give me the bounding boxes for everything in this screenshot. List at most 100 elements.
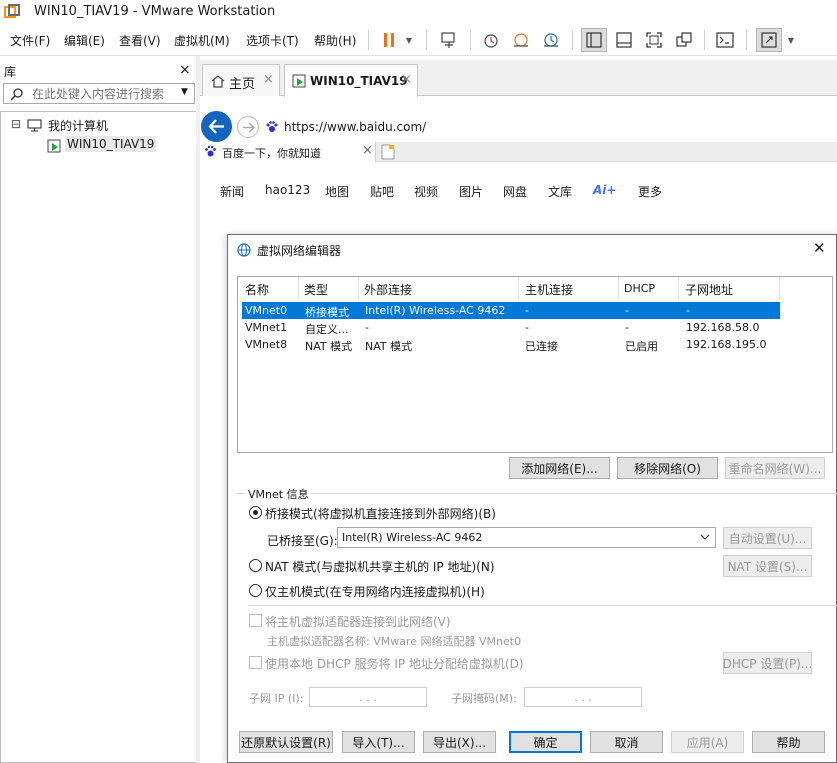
search-dropdown-arrow[interactable]: ▼ bbox=[181, 87, 188, 97]
tree-vm-win10[interactable]: WIN10_TIAV19 bbox=[65, 136, 157, 152]
col-dhcp[interactable]: DHCP bbox=[624, 282, 655, 295]
link-tieba[interactable]: 贴吧 bbox=[370, 183, 394, 200]
nat-mode-label[interactable]: NAT 模式(与虚拟机共享主机的 IP 地址)(N) bbox=[265, 558, 495, 575]
console-view-button[interactable] bbox=[712, 28, 738, 52]
address-bar[interactable]: https://www.baidu.com/ bbox=[262, 117, 837, 137]
new-tab-icon[interactable] bbox=[380, 144, 396, 160]
col-external[interactable]: 外部连接 bbox=[364, 281, 412, 298]
menu-help[interactable]: 帮助(H) bbox=[314, 32, 356, 49]
subnet-mask-input[interactable]: . . . bbox=[524, 687, 642, 707]
back-arrow-icon bbox=[208, 119, 224, 134]
cell-external: Intel(R) Wireless-AC 9462 bbox=[365, 304, 506, 317]
link-wenku[interactable]: 文库 bbox=[548, 183, 572, 200]
auto-settings-button[interactable]: 自动设置(U)... bbox=[723, 527, 812, 549]
tree-collapse-toggle[interactable]: ⊟ bbox=[11, 117, 21, 131]
col-host[interactable]: 主机连接 bbox=[525, 281, 573, 298]
menu-edit[interactable]: 编辑(E) bbox=[64, 32, 105, 49]
remove-network-button[interactable]: 移除网络(O) bbox=[617, 457, 718, 479]
col-type[interactable]: 类型 bbox=[304, 281, 328, 298]
table-row[interactable]: VMnet0 桥接模式 Intel(R) Wireless-AC 9462 - … bbox=[242, 302, 780, 319]
send-ctrl-alt-del-button[interactable] bbox=[436, 28, 462, 52]
dhcp-settings-button[interactable]: DHCP 设置(P)... bbox=[723, 652, 812, 674]
library-search-box[interactable]: ▼ bbox=[3, 83, 195, 104]
tab-home-close[interactable]: × bbox=[263, 72, 274, 87]
table-row[interactable]: VMnet1 自定义... - - - 192.168.58.0 bbox=[242, 319, 780, 336]
menu-tabs[interactable]: 选项卡(T) bbox=[246, 32, 299, 49]
dialog-close-button[interactable]: ✕ bbox=[813, 239, 826, 257]
thumbnail-bar-button[interactable] bbox=[611, 28, 637, 52]
full-screen-button[interactable] bbox=[641, 28, 667, 52]
table-row[interactable]: VMnet8 NAT 模式 NAT 模式 已连接 已启用 192.168.195… bbox=[242, 336, 780, 353]
subnet-mask-dots: . . . bbox=[574, 690, 592, 704]
col-name[interactable]: 名称 bbox=[245, 281, 269, 298]
show-library-button[interactable] bbox=[581, 28, 607, 52]
tab-home-label: 主页 bbox=[229, 77, 256, 92]
host-only-label[interactable]: 仅主机模式(在专用网络内连接虚拟机)(H) bbox=[265, 583, 485, 600]
window-title: WIN10_TIAV19 - VMware Workstation bbox=[34, 4, 276, 19]
forward-button[interactable] bbox=[237, 116, 259, 138]
tab-vm-close[interactable]: × bbox=[401, 72, 412, 87]
bridge-mode-radio[interactable] bbox=[249, 506, 262, 519]
cell-type: 自定义... bbox=[305, 323, 349, 336]
snapshot-button[interactable] bbox=[478, 28, 504, 52]
subnet-ip-label: 子网 IP (I): bbox=[249, 692, 304, 705]
link-video[interactable]: 视频 bbox=[414, 183, 438, 200]
link-hao123[interactable]: hao123 bbox=[265, 183, 310, 197]
pause-dropdown[interactable]: ▼ bbox=[402, 28, 416, 52]
restore-defaults-button[interactable]: 还原默认设置(R) bbox=[239, 731, 333, 753]
tab-vm[interactable]: WIN10_TIAV19 × bbox=[284, 64, 418, 97]
tab-home[interactable]: 主页 × bbox=[202, 64, 280, 96]
link-netdisk[interactable]: 网盘 bbox=[503, 183, 527, 200]
back-button[interactable] bbox=[201, 111, 232, 142]
link-ai[interactable]: Ai+ bbox=[593, 183, 616, 197]
stretch-dropdown[interactable]: ▼ bbox=[784, 28, 798, 52]
cancel-button[interactable]: 取消 bbox=[590, 731, 663, 753]
use-dhcp-label[interactable]: 使用本地 DHCP 服务将 IP 地址分配给虚拟机(D) bbox=[265, 655, 524, 672]
nat-settings-button[interactable]: NAT 设置(S)... bbox=[723, 555, 812, 577]
library-title: 库 bbox=[4, 65, 17, 79]
cell-host: - bbox=[525, 304, 529, 317]
title-bar: WIN10_TIAV19 - VMware Workstation bbox=[0, 0, 837, 24]
use-dhcp-checkbox[interactable] bbox=[249, 656, 262, 669]
link-more[interactable]: 更多 bbox=[638, 183, 662, 200]
connect-host-adapter-checkbox[interactable] bbox=[249, 614, 262, 627]
export-button[interactable]: 导出(X)... bbox=[423, 731, 496, 753]
unity-button[interactable] bbox=[671, 28, 697, 52]
nat-mode-radio[interactable] bbox=[249, 559, 262, 572]
menu-vm[interactable]: 虚拟机(M) bbox=[174, 32, 230, 49]
apply-button[interactable]: 应用(A) bbox=[671, 731, 744, 753]
col-subnet[interactable]: 子网地址 bbox=[685, 281, 733, 298]
host-only-radio[interactable] bbox=[249, 584, 262, 597]
browser-tab-close[interactable]: × bbox=[362, 143, 373, 158]
revert-snapshot-button[interactable] bbox=[508, 28, 534, 52]
library-close-button[interactable]: × bbox=[179, 62, 191, 78]
import-button[interactable]: 导入(T)... bbox=[342, 731, 415, 753]
cell-host: - bbox=[525, 321, 529, 334]
pause-icon bbox=[384, 33, 394, 47]
link-images[interactable]: 图片 bbox=[459, 183, 483, 200]
bridge-mode-label[interactable]: 桥接模式(将虚拟机直接连接到外部网络)(B) bbox=[265, 505, 496, 522]
cell-name: VMnet1 bbox=[245, 321, 288, 334]
stretch-guest-button[interactable] bbox=[756, 28, 782, 52]
tab-vm-label: WIN10_TIAV19 bbox=[310, 74, 408, 88]
group-divider bbox=[248, 605, 837, 606]
subnet-ip-input[interactable]: . . . bbox=[309, 687, 427, 707]
add-network-button[interactable]: 添加网络(E)... bbox=[509, 457, 610, 479]
cell-subnet: 192.168.195.0 bbox=[686, 338, 767, 351]
bridged-to-select[interactable]: Intel(R) Wireless-AC 9462 bbox=[337, 527, 716, 548]
library-search-input[interactable] bbox=[32, 85, 178, 102]
browser-tab-baidu[interactable]: 百度一下，你就知道 × bbox=[200, 142, 376, 162]
tree-my-computer[interactable]: 我的计算机 bbox=[48, 117, 108, 134]
pause-button[interactable] bbox=[376, 28, 402, 52]
send-keys-icon bbox=[441, 32, 455, 48]
rename-network-button[interactable]: 重命名网络(W)... bbox=[725, 457, 825, 479]
menu-file[interactable]: 文件(F) bbox=[10, 32, 50, 49]
connect-host-adapter-label[interactable]: 将主机虚拟适配器连接到此网络(V) bbox=[265, 613, 451, 630]
menu-view[interactable]: 查看(V) bbox=[119, 32, 161, 49]
ok-button[interactable]: 确定 bbox=[509, 731, 582, 753]
snapshot-manager-button[interactable] bbox=[538, 28, 564, 52]
link-map[interactable]: 地图 bbox=[325, 183, 349, 200]
help-button[interactable]: 帮助 bbox=[752, 731, 825, 753]
cell-name: VMnet8 bbox=[245, 338, 288, 351]
link-news[interactable]: 新闻 bbox=[220, 183, 244, 200]
